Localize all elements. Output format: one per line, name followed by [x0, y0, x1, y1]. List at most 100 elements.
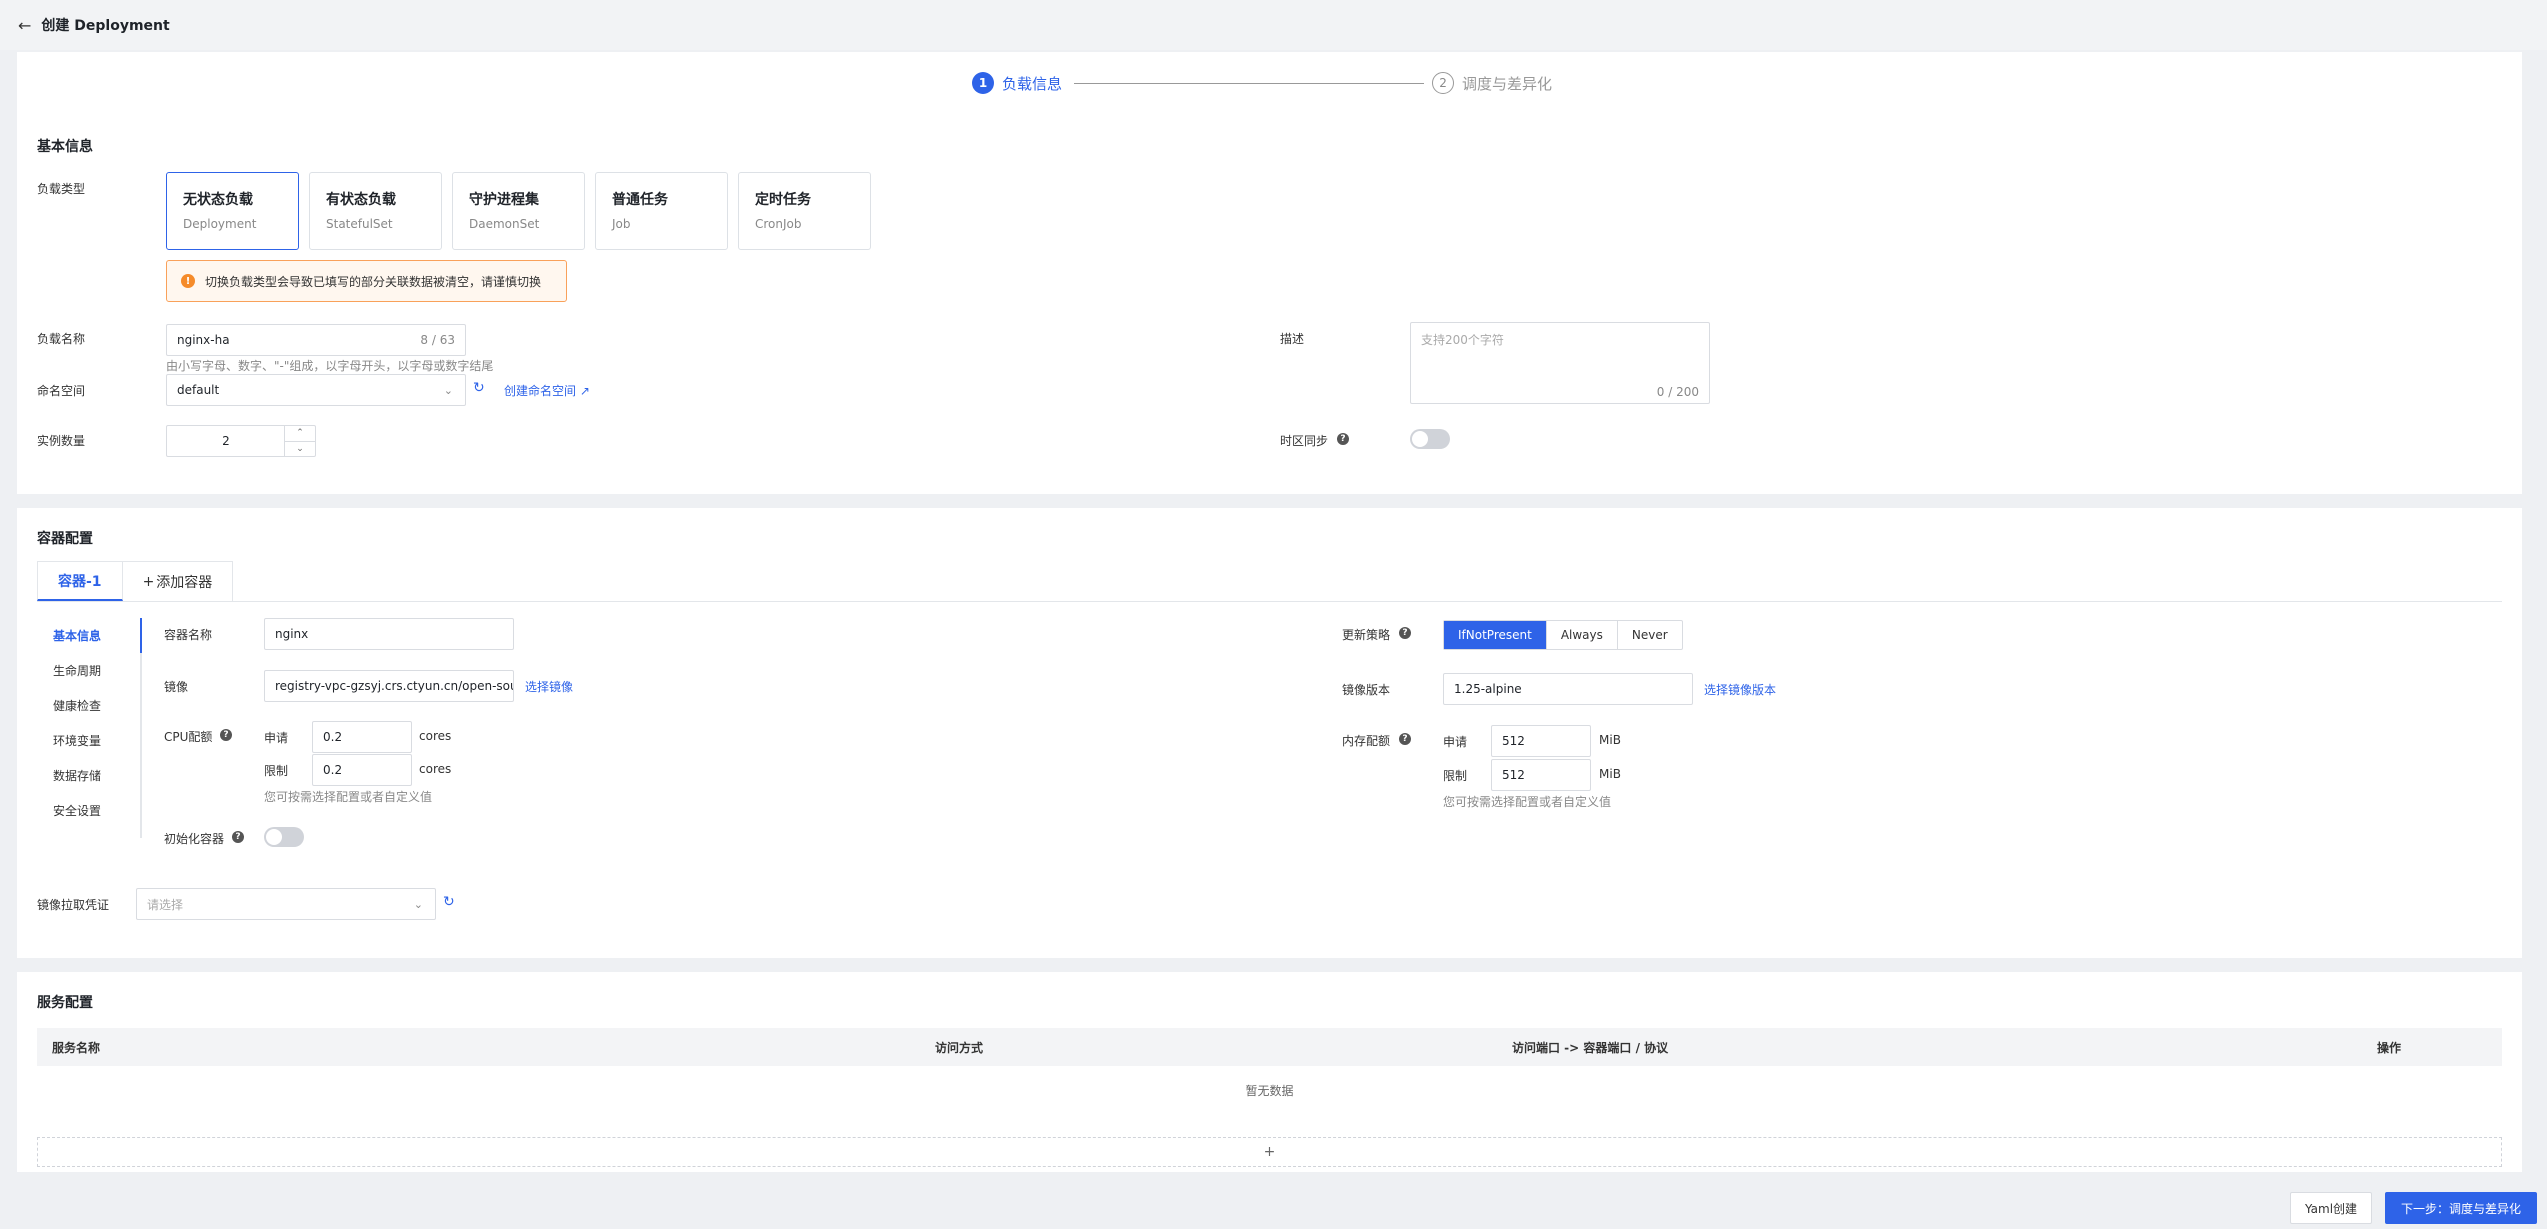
- description-label: 描述: [1280, 332, 1305, 346]
- decrement-icon[interactable]: ⌄: [285, 442, 315, 457]
- memory-limit-input[interactable]: 512: [1491, 759, 1591, 791]
- stepper-controls: ⌃ ⌄: [284, 426, 315, 456]
- nav-basic-info[interactable]: 基本信息: [37, 618, 142, 653]
- help-icon[interactable]: ?: [1337, 433, 1349, 445]
- nav-security[interactable]: 安全设置: [37, 793, 140, 828]
- select-image-version-link[interactable]: 选择镜像版本: [1704, 681, 1776, 698]
- replicas-stepper[interactable]: 2 ⌃ ⌄: [166, 425, 316, 457]
- next-step-button[interactable]: 下一步：调度与差异化: [2385, 1192, 2537, 1224]
- namespace-value: default: [177, 383, 220, 397]
- pull-policy-always[interactable]: Always: [1547, 621, 1618, 649]
- column-header: 服务名称: [52, 1040, 101, 1055]
- step-1-number: 1: [972, 72, 994, 94]
- memory-request-input[interactable]: 512: [1491, 725, 1591, 757]
- workload-type-cronjob[interactable]: 定时任务 CronJob: [738, 172, 871, 250]
- create-namespace-text: 创建命名空间: [504, 384, 577, 398]
- workload-name-counter: 8 / 63: [420, 333, 455, 347]
- workload-name-input[interactable]: nginx-ha 8 / 63: [166, 324, 466, 356]
- cpu-request-label: 申请: [264, 731, 289, 745]
- create-namespace-link[interactable]: 创建命名空间 ↗: [504, 382, 590, 399]
- step-1-label: 负载信息: [1002, 74, 1063, 93]
- pull-policy-label: 更新策略: [1342, 628, 1391, 642]
- nav-lifecycle[interactable]: 生命周期: [37, 653, 140, 688]
- workload-name-value: nginx-ha: [177, 333, 230, 347]
- workload-type-deployment[interactable]: 无状态负载 Deployment: [166, 172, 299, 250]
- step-connector: [1074, 82, 1425, 84]
- plus-icon: +: [1263, 1144, 1276, 1160]
- memory-request-label: 申请: [1443, 735, 1468, 749]
- workload-type-daemonset[interactable]: 守护进程集 DaemonSet: [452, 172, 585, 250]
- image-label: 镜像: [164, 680, 189, 694]
- image-input[interactable]: registry-vpc-gzsyj.crs.ctyun.cn/open-sou…: [264, 670, 514, 702]
- select-image-link[interactable]: 选择镜像: [525, 678, 573, 695]
- chevron-down-icon: ⌄: [413, 897, 423, 911]
- pull-secret-select[interactable]: 请选择 ⌄: [136, 888, 436, 920]
- workload-type-name: 普通任务: [612, 192, 668, 208]
- step-2-label: 调度与差异化: [1462, 74, 1553, 93]
- cpu-request-value: 0.2: [323, 730, 343, 744]
- column-header: 访问方式: [935, 1040, 984, 1055]
- memory-quota-label: 内存配额: [1342, 734, 1391, 748]
- workload-type-sub: Job: [612, 217, 631, 231]
- timezone-sync-toggle[interactable]: [1410, 429, 1450, 449]
- description-placeholder: 支持200个字符: [1421, 333, 1504, 347]
- warning-text: 切换负载类型会导致已填写的部分关联数据被清空，请谨慎切换: [205, 274, 542, 289]
- namespace-select[interactable]: default ⌄: [166, 374, 466, 406]
- refresh-icon[interactable]: ↻: [443, 894, 455, 910]
- refresh-icon[interactable]: ↻: [473, 380, 485, 396]
- workload-type-sub: CronJob: [755, 217, 802, 231]
- yaml-create-button[interactable]: Yaml创建: [2290, 1192, 2372, 1224]
- help-icon[interactable]: ?: [220, 729, 232, 741]
- arrow-left-icon[interactable]: ←: [18, 16, 31, 35]
- workload-name-label: 负载名称: [37, 332, 86, 346]
- cpu-request-input[interactable]: 0.2: [312, 721, 412, 753]
- service-table-header: 服务名称 访问方式 访问端口 -> 容器端口 / 协议 操作: [37, 1028, 2502, 1066]
- pull-secret-label: 镜像拉取凭证: [37, 898, 110, 912]
- pull-policy-segmented: IfNotPresent Always Never: [1443, 620, 1683, 650]
- tab-add-container[interactable]: + 添加容器: [122, 561, 234, 601]
- workload-type-name: 有状态负载: [326, 192, 396, 208]
- workload-type-sub: Deployment: [183, 217, 257, 231]
- workload-type-statefulset[interactable]: 有状态负载 StatefulSet: [309, 172, 442, 250]
- workload-type-name: 无状态负载: [183, 192, 253, 208]
- init-container-toggle[interactable]: [264, 827, 304, 847]
- tab-divider: [37, 601, 2502, 602]
- memory-limit-value: 512: [1502, 768, 1525, 782]
- pull-policy-never[interactable]: Never: [1618, 621, 1682, 649]
- memory-request-unit: MiB: [1599, 733, 1621, 747]
- tab-container-1[interactable]: 容器-1: [37, 561, 123, 601]
- section-title-container: 容器配置: [37, 531, 93, 547]
- image-version-input[interactable]: 1.25-alpine: [1443, 673, 1693, 705]
- workload-name-hint: 由小写字母、数字、"-"组成，以字母开头，以字母或数字结尾: [166, 359, 494, 373]
- image-value: registry-vpc-gzsyj.crs.ctyun.cn/open-sou…: [275, 679, 514, 693]
- increment-icon[interactable]: ⌃: [285, 426, 315, 442]
- container-side-nav: 基本信息 生命周期 健康检查 环境变量 数据存储 安全设置: [37, 618, 142, 838]
- workload-type-job[interactable]: 普通任务 Job: [595, 172, 728, 250]
- column-header: 访问端口 -> 容器端口 / 协议: [1512, 1040, 1669, 1055]
- replicas-label: 实例数量: [37, 434, 86, 448]
- memory-request-value: 512: [1502, 734, 1525, 748]
- section-title-service: 服务配置: [37, 995, 93, 1011]
- memory-quota-hint: 您可按需选择配置或者自定义值: [1443, 795, 1612, 809]
- nav-storage[interactable]: 数据存储: [37, 758, 140, 793]
- workload-type-sub: DaemonSet: [469, 217, 540, 231]
- container-name-value: nginx: [275, 627, 309, 641]
- nav-health-check[interactable]: 健康检查: [37, 688, 140, 723]
- help-icon[interactable]: ?: [232, 831, 244, 843]
- description-textarea[interactable]: 支持200个字符 0 / 200: [1410, 322, 1710, 404]
- pull-secret-placeholder: 请选择: [147, 897, 184, 912]
- timezone-sync-label: 时区同步: [1280, 434, 1329, 448]
- add-service-button[interactable]: +: [37, 1137, 2502, 1167]
- basic-info-card: 1 负载信息 2 调度与差异化 基本信息 负载类型 无状态负载 Deployme…: [17, 52, 2522, 494]
- external-link-icon: ↗: [579, 384, 590, 398]
- memory-limit-label: 限制: [1443, 769, 1468, 783]
- container-name-input[interactable]: nginx: [264, 618, 514, 650]
- cpu-quota-label: CPU配额: [164, 730, 213, 744]
- service-config-card: 服务配置 服务名称 访问方式 访问端口 -> 容器端口 / 协议 操作 暂无数据…: [17, 972, 2522, 1172]
- workload-type-name: 定时任务: [755, 192, 811, 208]
- nav-env-vars[interactable]: 环境变量: [37, 723, 140, 758]
- cpu-limit-input[interactable]: 0.2: [312, 754, 412, 786]
- pull-policy-ifnotpresent[interactable]: IfNotPresent: [1444, 621, 1547, 649]
- help-icon[interactable]: ?: [1399, 627, 1411, 639]
- help-icon[interactable]: ?: [1399, 733, 1411, 745]
